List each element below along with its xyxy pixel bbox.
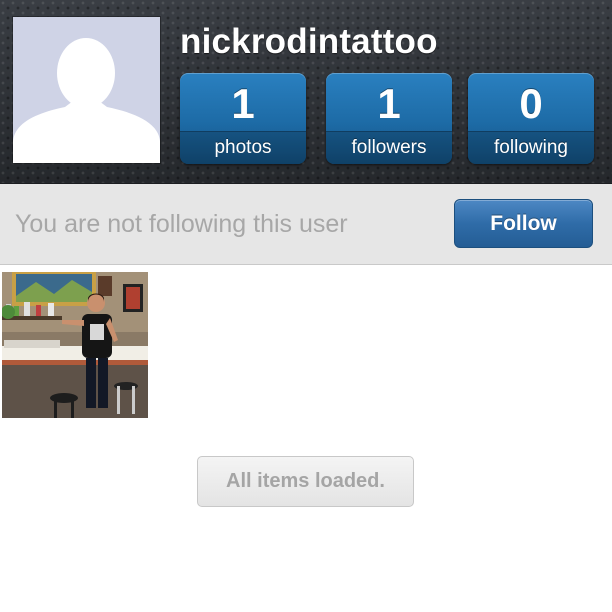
followers-count: 1 <box>377 80 401 127</box>
follow-status-text: You are not following this user <box>15 210 348 238</box>
all-items-loaded-indicator: All items loaded. <box>197 456 414 507</box>
follow-button[interactable]: Follow <box>454 199 593 248</box>
photos-label: photos <box>214 137 272 158</box>
tattoo-studio-photo-icon <box>2 272 148 418</box>
default-user-silhouette-icon <box>13 17 160 163</box>
following-label: following <box>494 137 568 158</box>
username: nickrodintattoo <box>180 22 438 61</box>
photos-count: 1 <box>231 80 255 127</box>
following-count: 0 <box>519 80 543 127</box>
following-count-button[interactable]: 0 following <box>468 73 594 164</box>
followers-label: followers <box>351 137 427 158</box>
photo-thumbnail[interactable] <box>2 272 148 418</box>
followers-count-button[interactable]: 1 followers <box>326 73 452 164</box>
avatar[interactable] <box>13 17 160 163</box>
photos-count-button[interactable]: 1 photos <box>180 73 306 164</box>
